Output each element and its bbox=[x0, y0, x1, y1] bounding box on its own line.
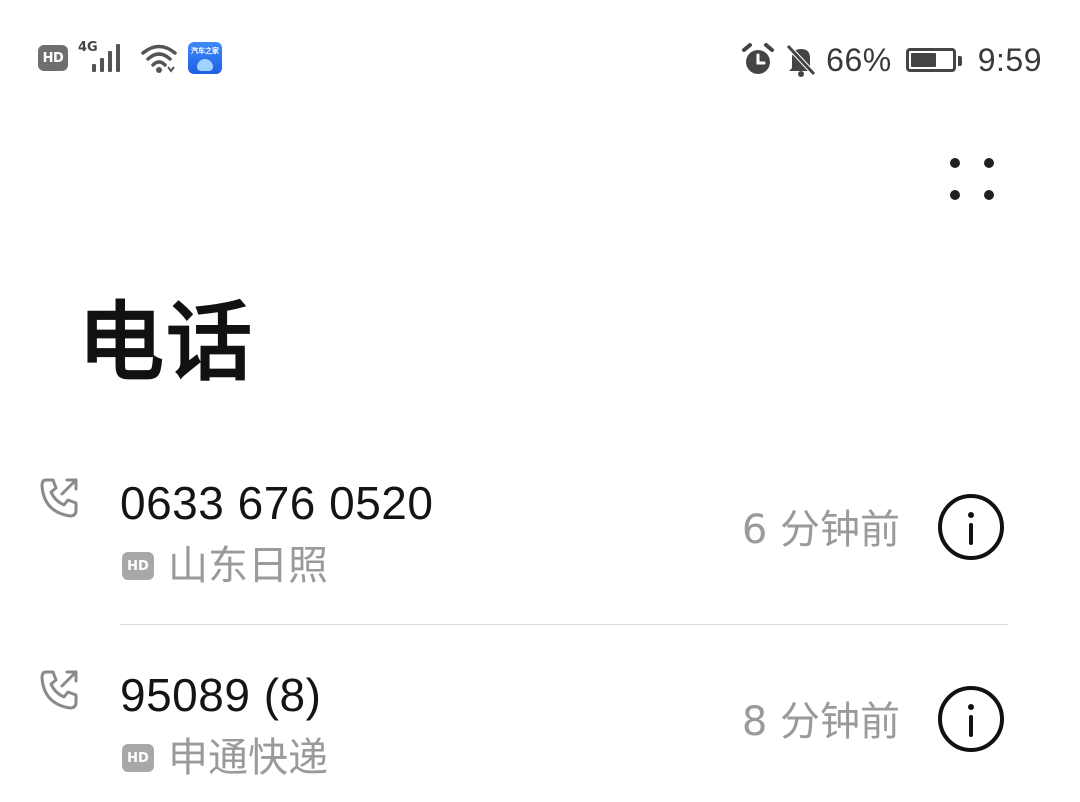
status-bar-left: HD 4G 汽车之家 bbox=[38, 40, 222, 76]
page-title: 电话 bbox=[78, 293, 254, 393]
hd-icon: HD bbox=[38, 45, 68, 71]
info-icon[interactable] bbox=[938, 494, 1004, 560]
bell-off-icon bbox=[786, 44, 817, 77]
call-time-ago: 6 分钟前 bbox=[741, 507, 900, 553]
hd-call-icon: HD bbox=[122, 744, 154, 772]
signal-icon: 4G bbox=[78, 40, 130, 76]
autohome-app-icon: 汽车之家 bbox=[188, 42, 222, 74]
call-subtitle: HD 山东日照 bbox=[122, 546, 328, 586]
outgoing-call-icon bbox=[40, 478, 78, 518]
call-number: 95089 (8) bbox=[120, 669, 322, 721]
outgoing-call-icon bbox=[40, 670, 78, 710]
alarm-icon bbox=[742, 43, 775, 74]
battery-charging-icon bbox=[905, 46, 962, 74]
battery-percent: 66% bbox=[826, 41, 892, 78]
call-number: 0633 676 0520 bbox=[120, 477, 434, 529]
row-divider bbox=[120, 624, 1008, 625]
more-dots-icon[interactable] bbox=[940, 150, 1004, 210]
clock: 9:59 bbox=[977, 41, 1042, 78]
call-time-ago: 8 分钟前 bbox=[741, 699, 900, 745]
call-subtitle: HD 申通快递 bbox=[122, 738, 328, 778]
call-location: 申通快递 bbox=[168, 735, 328, 781]
call-log-row[interactable]: 0633 676 0520 HD 山东日照 6 分钟前 bbox=[0, 470, 1080, 620]
phone-screen: HD 4G 汽车之家 66% 9:59 电话 0633 676 0520 HD … bbox=[0, 0, 1080, 802]
info-icon[interactable] bbox=[938, 686, 1004, 752]
call-log-row[interactable]: 95089 (8) HD 申通快递 8 分钟前 bbox=[0, 662, 1080, 802]
call-location: 山东日照 bbox=[168, 543, 328, 589]
status-bar-right: 66% 9:59 bbox=[740, 40, 1042, 80]
wifi-icon bbox=[141, 44, 177, 73]
hd-call-icon: HD bbox=[122, 552, 154, 580]
